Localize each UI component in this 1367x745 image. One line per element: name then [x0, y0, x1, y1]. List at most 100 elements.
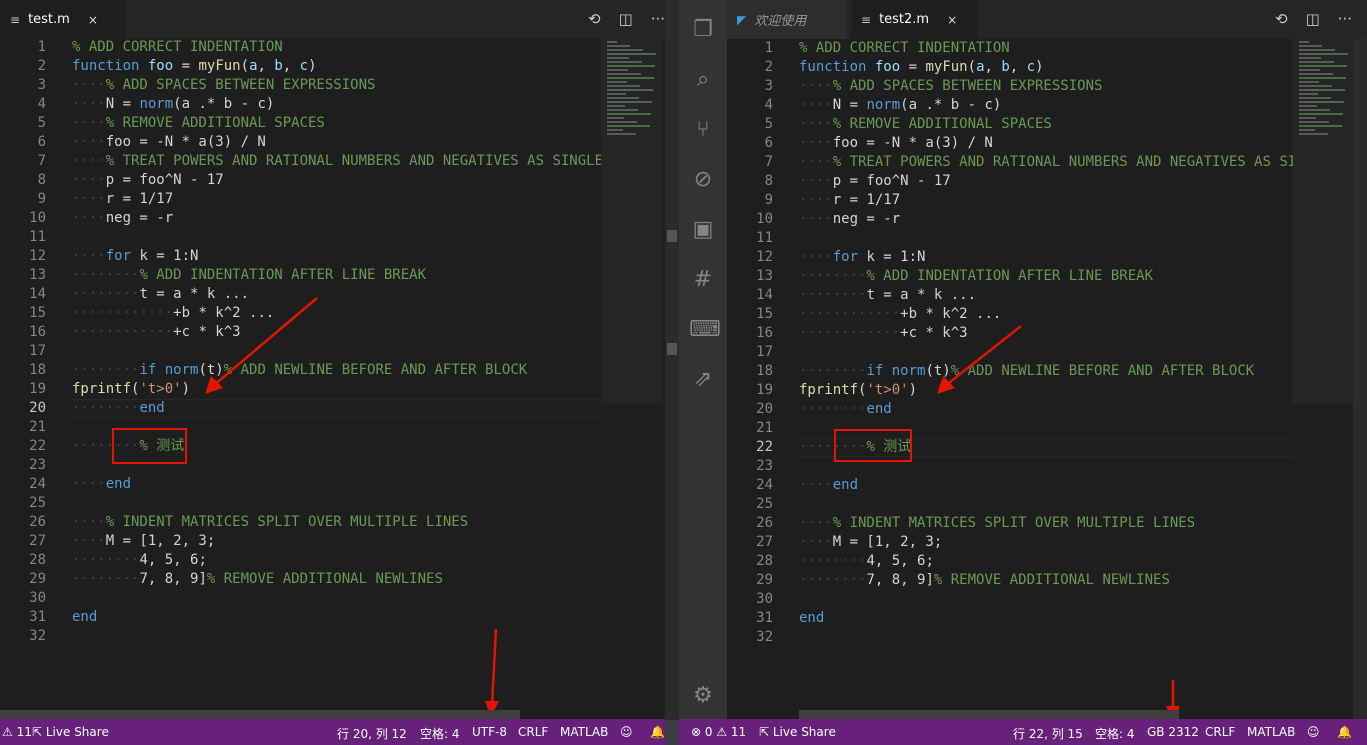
- code-line[interactable]: 23: [0, 456, 601, 475]
- code-line[interactable]: 22 ········% 测试: [727, 438, 1293, 457]
- explorer-icon[interactable]: ❐: [689, 16, 717, 44]
- code-line[interactable]: 27 ····M = [1, 2, 3;: [0, 532, 601, 551]
- code-line[interactable]: 19 fprintf('t>0'): [0, 380, 601, 399]
- code-line[interactable]: 9 ····r = 1/17: [0, 190, 601, 209]
- code-line[interactable]: 30: [727, 590, 1293, 609]
- terminal-icon[interactable]: ⌨: [689, 316, 721, 344]
- code-line[interactable]: 25: [0, 494, 601, 513]
- language-mode[interactable]: MATLAB: [1247, 725, 1295, 739]
- code-line[interactable]: 32: [0, 627, 601, 646]
- code-line[interactable]: 9 ····r = 1/17: [727, 191, 1293, 210]
- right-minimap[interactable]: [1293, 39, 1353, 404]
- code-line[interactable]: 2 function foo = myFun(a, b, c): [0, 57, 601, 76]
- split-editor-icon[interactable]: ◫: [1306, 10, 1320, 28]
- code-line[interactable]: 4 ····N = norm(a .* b - c): [727, 96, 1293, 115]
- live-share-icon[interactable]: ⇗: [689, 366, 717, 394]
- line-ending[interactable]: CRLF: [518, 725, 548, 739]
- code-line[interactable]: 21: [727, 419, 1293, 438]
- tab-test2-m[interactable]: ≡ test2.m ×: [851, 0, 977, 39]
- code-line[interactable]: 3 ····% ADD SPACES BETWEEN EXPRESSIONS: [0, 76, 601, 95]
- code-line[interactable]: 21: [0, 418, 601, 437]
- indentation[interactable]: 空格: 4: [420, 725, 460, 742]
- code-line[interactable]: 32: [727, 628, 1293, 647]
- code-line[interactable]: 13 ········% ADD INDENTATION AFTER LINE B…: [727, 267, 1293, 286]
- right-code-editor[interactable]: 1 % ADD CORRECT INDENTATION 2 function foo …: [727, 39, 1356, 719]
- code-line[interactable]: 18 ········if norm(t)% ADD NEWLINE BEFORE…: [0, 361, 601, 380]
- code-line[interactable]: 24 ····end: [727, 476, 1293, 495]
- code-line[interactable]: 28 ········4, 5, 6;: [727, 552, 1293, 571]
- code-line[interactable]: 6 ····foo = -N * a(3) / N: [727, 134, 1293, 153]
- left-code-editor[interactable]: 1 % ADD CORRECT INDENTATION 2 function foo …: [0, 38, 628, 719]
- code-line[interactable]: 12 ····for k = 1:N: [0, 247, 601, 266]
- code-line[interactable]: 15 ············+b * k^2 ...: [727, 305, 1293, 324]
- open-changes-icon[interactable]: ⟲: [588, 10, 601, 28]
- code-line[interactable]: 5 ····% REMOVE ADDITIONAL SPACES: [0, 114, 601, 133]
- debug-icon[interactable]: ⊘: [689, 166, 717, 194]
- code-line[interactable]: 14 ········t = a * k ...: [0, 285, 601, 304]
- code-line[interactable]: 5 ····% REMOVE ADDITIONAL SPACES: [727, 115, 1293, 134]
- settings-gear-icon[interactable]: ⚙: [689, 682, 717, 710]
- search-icon[interactable]: ⌕: [689, 66, 717, 94]
- notifications-bell-icon[interactable]: 🔔: [1337, 725, 1352, 739]
- code-line[interactable]: 8 ····p = foo^N - 17: [727, 172, 1293, 191]
- code-line[interactable]: 29 ········7, 8, 9]% REMOVE ADDITIONAL NE…: [0, 570, 601, 589]
- scrollbar-thumb[interactable]: [667, 343, 677, 355]
- code-line[interactable]: 20 ········end: [0, 399, 601, 418]
- encoding[interactable]: GB 2312: [1147, 725, 1199, 739]
- code-line[interactable]: 28 ········4, 5, 6;: [0, 551, 601, 570]
- close-icon[interactable]: ×: [947, 13, 957, 27]
- code-line[interactable]: 2 function foo = myFun(a, b, c): [727, 58, 1293, 77]
- feedback-smiley-icon[interactable]: ☺: [620, 725, 633, 739]
- code-line[interactable]: 31 end: [0, 608, 601, 627]
- language-mode[interactable]: MATLAB: [560, 725, 608, 739]
- cursor-position[interactable]: 行 20, 列 12: [337, 725, 407, 742]
- code-line[interactable]: 26 ····% INDENT MATRICES SPLIT OVER MULTI…: [727, 514, 1293, 533]
- problems-count[interactable]: ⚠ 11: [2, 725, 32, 739]
- extensions-icon[interactable]: ▣: [689, 216, 717, 244]
- open-changes-icon[interactable]: ⟲: [1275, 10, 1288, 28]
- code-line[interactable]: 19 fprintf('t>0'): [727, 381, 1293, 400]
- code-line[interactable]: 20 ········end: [727, 400, 1293, 419]
- code-line[interactable]: 16 ············+c * k^3: [0, 323, 601, 342]
- code-line[interactable]: 4 ····N = norm(a .* b - c): [0, 95, 601, 114]
- code-line[interactable]: 13 ········% ADD INDENTATION AFTER LINE B…: [0, 266, 601, 285]
- code-line[interactable]: 6 ····foo = -N * a(3) / N: [0, 133, 601, 152]
- code-line[interactable]: 17: [727, 343, 1293, 362]
- code-line[interactable]: 17: [0, 342, 601, 361]
- code-line[interactable]: 30: [0, 589, 601, 608]
- feedback-smiley-icon[interactable]: ☺: [1307, 725, 1320, 739]
- live-share-button[interactable]: ⇱ Live Share: [759, 725, 836, 739]
- tab-welcome[interactable]: ◤ 欢迎使用: [727, 0, 847, 39]
- code-line[interactable]: 3 ····% ADD SPACES BETWEEN EXPRESSIONS: [727, 77, 1293, 96]
- code-line[interactable]: 24 ····end: [0, 475, 601, 494]
- code-line[interactable]: 29 ········7, 8, 9]% REMOVE ADDITIONAL NE…: [727, 571, 1293, 590]
- code-line[interactable]: 31 end: [727, 609, 1293, 628]
- left-minimap[interactable]: [601, 39, 663, 404]
- more-actions-icon[interactable]: ···: [1338, 10, 1352, 28]
- code-line[interactable]: 10 ····neg = -r: [0, 209, 601, 228]
- code-line[interactable]: 7 ····% TREAT POWERS AND RATIONAL NUMBERS…: [727, 153, 1356, 172]
- code-line[interactable]: 16 ············+c * k^3: [727, 324, 1293, 343]
- live-share-button[interactable]: ⇱ Live Share: [32, 725, 109, 739]
- indentation[interactable]: 空格: 4: [1095, 725, 1135, 742]
- code-line[interactable]: 12 ····for k = 1:N: [727, 248, 1293, 267]
- notifications-bell-icon[interactable]: 🔔: [650, 725, 665, 739]
- code-line[interactable]: 8 ····p = foo^N - 17: [0, 171, 601, 190]
- cursor-position[interactable]: 行 22, 列 15: [1013, 725, 1083, 742]
- more-actions-icon[interactable]: ···: [651, 10, 665, 28]
- code-line[interactable]: 11: [0, 228, 601, 247]
- code-line[interactable]: 1 % ADD CORRECT INDENTATION: [727, 39, 1293, 58]
- line-ending[interactable]: CRLF: [1205, 725, 1235, 739]
- encoding[interactable]: UTF-8: [472, 725, 507, 739]
- code-line[interactable]: 10 ····neg = -r: [727, 210, 1293, 229]
- code-line[interactable]: 18 ········if norm(t)% ADD NEWLINE BEFORE…: [727, 362, 1293, 381]
- code-line[interactable]: 26 ····% INDENT MATRICES SPLIT OVER MULTI…: [0, 513, 601, 532]
- code-line[interactable]: 27 ····M = [1, 2, 3;: [727, 533, 1293, 552]
- code-line[interactable]: 15 ············+b * k^2 ...: [0, 304, 601, 323]
- close-icon[interactable]: ×: [88, 13, 98, 27]
- code-line[interactable]: 1 % ADD CORRECT INDENTATION: [0, 38, 601, 57]
- split-editor-icon[interactable]: ◫: [619, 10, 633, 28]
- code-line[interactable]: 23: [727, 457, 1293, 476]
- vertical-scrollbar[interactable]: [1353, 39, 1367, 719]
- source-control-icon[interactable]: ⑂: [689, 116, 717, 144]
